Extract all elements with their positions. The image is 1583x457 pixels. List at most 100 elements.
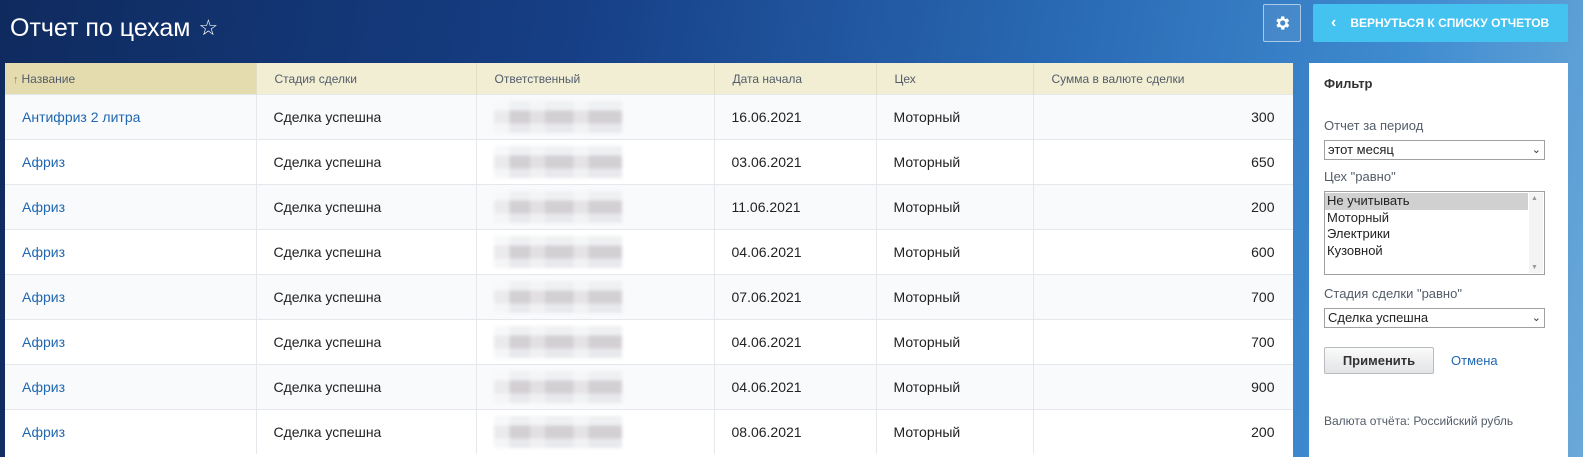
redacted-name [493,281,622,313]
chevron-left-icon: ‹ [1331,14,1337,31]
deal-name-link[interactable]: Африз [22,289,65,305]
shop-label: Цех "равно" [1324,169,1396,184]
deal-name-link[interactable]: Африз [22,379,65,395]
amount-cell: 200 [1033,409,1293,454]
table-row: Африз Сделка успешна 04.06.2021 Моторный… [5,319,1293,365]
column-header-start-date[interactable]: Дата начала [714,63,877,95]
deal-name-cell: Африз [5,229,257,275]
deal-name-link[interactable]: Антифриз 2 литра [22,109,140,125]
stage-cell: Сделка успешна [256,319,477,365]
start-date-cell: 03.06.2021 [714,139,877,185]
table-row: Африз Сделка успешна 08.06.2021 Моторный… [5,409,1293,454]
shop-option[interactable]: Кузовной [1325,243,1528,260]
start-date-cell: 04.06.2021 [714,229,877,275]
deal-name-link[interactable]: Африз [22,154,65,170]
shop-listbox[interactable]: Не учитывать Моторный Электрики Кузовной… [1324,191,1545,275]
responsible-cell [476,409,715,454]
responsible-cell [476,184,715,230]
shop-option[interactable]: Не учитывать [1325,193,1528,210]
start-date-cell: 04.06.2021 [714,319,877,365]
stage-label: Стадия сделки "равно" [1324,286,1462,301]
responsible-cell [476,274,715,320]
report-table: ↑ Название Стадия сделки Ответственный Да… [5,63,1293,454]
shop-cell: Моторный [876,184,1034,230]
redacted-name [493,236,622,268]
filter-actions: Применить Отмена [1324,347,1553,374]
start-date-cell: 07.06.2021 [714,274,877,320]
scroll-down-icon[interactable]: ▼ [1531,264,1538,271]
deal-name-cell: Африз [5,139,257,185]
settings-button[interactable] [1263,4,1301,42]
apply-button[interactable]: Применить [1324,347,1434,374]
start-date-cell: 11.06.2021 [714,184,877,230]
redacted-name [493,416,622,448]
shop-option[interactable]: Моторный [1325,210,1528,227]
shop-cell: Моторный [876,274,1034,320]
deal-name-cell: Антифриз 2 литра [5,94,257,140]
table-row: Антифриз 2 литра Сделка успешна 16.06.20… [5,94,1293,140]
start-date-cell: 16.06.2021 [714,94,877,140]
stage-select[interactable]: Сделка успешна ⌄ [1324,308,1545,328]
deal-name-link[interactable]: Африз [22,199,65,215]
redacted-name [493,371,622,403]
stage-cell: Сделка успешна [256,139,477,185]
shop-cell: Моторный [876,139,1034,185]
deal-name-cell: Африз [5,319,257,365]
column-header-amount[interactable]: Сумма в валюте сделки [1033,63,1293,95]
deal-name-link[interactable]: Африз [22,424,65,440]
start-date-cell: 04.06.2021 [714,364,877,410]
column-header-responsible[interactable]: Ответственный [476,63,715,95]
table-row: Африз Сделка успешна 04.06.2021 Моторный… [5,364,1293,410]
amount-cell: 650 [1033,139,1293,185]
table-row: Африз Сделка успешна 07.06.2021 Моторный… [5,274,1293,320]
table-row: Африз Сделка успешна 11.06.2021 Моторный… [5,184,1293,230]
table-header-row: ↑ Название Стадия сделки Ответственный Да… [5,63,1293,95]
period-label: Отчет за период [1324,118,1424,133]
report-table-container: ↑ Название Стадия сделки Ответственный Да… [5,63,1293,457]
amount-cell: 600 [1033,229,1293,275]
cancel-link[interactable]: Отмена [1451,353,1498,368]
shop-cell: Моторный [876,229,1034,275]
page-title: Отчет по цехам [10,13,191,42]
amount-cell: 300 [1033,94,1293,140]
column-header-stage[interactable]: Стадия сделки [256,63,477,95]
redacted-name [493,146,622,178]
shop-option[interactable]: Электрики [1325,226,1528,243]
deal-name-cell: Африз [5,409,257,454]
sort-arrow-icon: ↑ [13,73,19,86]
responsible-cell [476,364,715,410]
shop-cell: Моторный [876,409,1034,454]
column-header-shop[interactable]: Цех [876,63,1034,95]
back-to-reports-button[interactable]: ‹ ВЕРНУТЬСЯ К СПИСКУ ОТЧЕТОВ [1313,4,1568,42]
period-select[interactable]: этот месяц ⌄ [1324,140,1545,160]
report-currency: Валюта отчёта: Российский рубль [1324,414,1514,428]
scroll-up-icon[interactable]: ▲ [1531,195,1538,202]
filter-panel: Фильтр Отчет за период этот месяц ⌄ Цех … [1309,63,1568,457]
amount-cell: 900 [1033,364,1293,410]
shop-cell: Моторный [876,319,1034,365]
column-header-label: Название [21,71,76,86]
table-row: Африз Сделка успешна 04.06.2021 Моторный… [5,229,1293,275]
amount-cell: 200 [1033,184,1293,230]
chevron-down-icon: ⌄ [1531,144,1541,156]
shop-cell: Моторный [876,364,1034,410]
column-header-name[interactable]: ↑ Название [5,63,257,95]
stage-select-value: Сделка успешна [1328,310,1429,325]
stage-cell: Сделка успешна [256,409,477,454]
listbox-scrollbar[interactable]: ▲ ▼ [1529,193,1543,273]
start-date-cell: 08.06.2021 [714,409,877,454]
responsible-cell [476,94,715,140]
stage-cell: Сделка успешна [256,184,477,230]
star-icon[interactable]: ☆ [198,15,218,41]
deal-name-cell: Африз [5,364,257,410]
deal-name-cell: Африз [5,274,257,320]
amount-cell: 700 [1033,274,1293,320]
deal-name-link[interactable]: Африз [22,244,65,260]
responsible-cell [476,229,715,275]
gear-icon [1276,16,1290,30]
stage-cell: Сделка успешна [256,94,477,140]
deal-name-link[interactable]: Африз [22,334,65,350]
redacted-name [493,101,622,133]
chevron-down-icon: ⌄ [1531,312,1541,324]
table-row: Африз Сделка успешна 03.06.2021 Моторный… [5,139,1293,185]
